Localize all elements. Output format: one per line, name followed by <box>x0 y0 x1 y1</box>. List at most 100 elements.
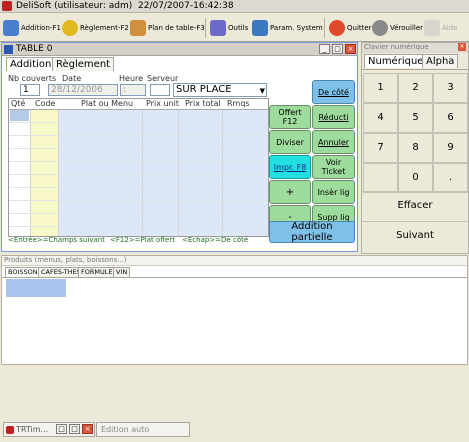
table-row <box>9 148 268 149</box>
serveur-field[interactable] <box>150 84 170 96</box>
app-titlebar: DeliSoft (utilisateur: adm) 22/07/2007-1… <box>0 0 469 13</box>
key-6[interactable]: 6 <box>433 103 468 133</box>
col-header-qte: Qté <box>11 99 26 108</box>
settings-icon <box>252 20 268 36</box>
key-4[interactable]: 4 <box>363 103 398 133</box>
key-8[interactable]: 8 <box>398 133 433 163</box>
tab-cafes-thes[interactable]: CAFES-THES <box>38 267 84 277</box>
app-title: DeliSoft (utilisateur: adm) <box>16 1 133 11</box>
col-header-rmqs: Rmqs <box>227 99 250 108</box>
outils-button[interactable]: Outils <box>210 17 248 39</box>
header-line <box>9 109 268 110</box>
table-window-title: TABLE 0 <box>16 44 53 54</box>
app-datetime: 22/07/2007-16:42:38 <box>138 1 234 11</box>
de-cote-button[interactable]: De côté <box>312 80 355 104</box>
heure-label: Heure <box>119 74 144 83</box>
service-select[interactable]: SUR PLACE ▼ <box>173 83 267 97</box>
product-tile[interactable] <box>6 279 66 297</box>
date-label: Date <box>62 74 82 83</box>
reglement-button[interactable]: Règlement-F2 <box>62 17 129 39</box>
quitter-button[interactable]: Quitter <box>329 17 372 39</box>
reduction-button[interactable]: Réducti <box>312 105 355 129</box>
col-qte <box>9 109 31 236</box>
app-logo-icon <box>2 1 12 11</box>
selected-cell[interactable] <box>10 110 29 121</box>
hint-echap: <Echap>=De côté <box>182 236 249 244</box>
key-dot[interactable]: . <box>433 163 468 193</box>
aide-button[interactable]: Aide <box>424 17 457 39</box>
offert-button[interactable]: Offert F12 <box>269 105 311 129</box>
effacer-button[interactable]: Effacer <box>362 191 468 221</box>
app-icon <box>6 426 14 434</box>
key-7[interactable]: 7 <box>363 133 398 163</box>
tab-alpha[interactable]: Alpha <box>422 54 459 68</box>
help-icon <box>424 20 440 36</box>
impr-button[interactable]: Impr. F8 <box>269 155 311 179</box>
table-window: TABLE 0 _ □ × Addition Règlement Nb couv… <box>1 42 358 252</box>
col-prix-total <box>179 109 223 236</box>
heure-field[interactable]: : <box>120 84 146 96</box>
close-icon[interactable]: × <box>458 43 466 51</box>
tab-vin[interactable]: VIN <box>113 267 131 277</box>
verrouiller-button[interactable]: Vérouiller <box>372 17 423 39</box>
key-1[interactable]: 1 <box>363 73 398 103</box>
date-field[interactable]: 28/12/2006 <box>48 84 118 96</box>
table-icon <box>130 20 146 36</box>
key-9[interactable]: 9 <box>433 133 468 163</box>
col-header-code: Code <box>35 99 56 108</box>
annuler-button[interactable]: Annuler <box>312 130 355 154</box>
voir-ticket-button[interactable]: Voir Ticket <box>312 155 355 179</box>
nb-couverts-field[interactable]: 1 <box>20 84 40 96</box>
chevron-down-icon: ▼ <box>259 87 265 95</box>
coins-icon <box>62 20 78 36</box>
toolbar-separator <box>205 18 206 38</box>
power-icon <box>329 20 345 36</box>
tab-reglement[interactable]: Règlement <box>52 57 115 71</box>
col-plat <box>59 109 143 236</box>
table-row <box>9 161 268 162</box>
toolbar-separator <box>324 18 325 38</box>
plan-de-table-button[interactable]: Plan de table-F3 <box>130 17 205 39</box>
key-0[interactable]: 0 <box>398 163 433 193</box>
key-2[interactable]: 2 <box>398 73 433 103</box>
keypad-title: Clavier numérique × <box>362 43 468 53</box>
close-button[interactable]: × <box>345 44 356 54</box>
minimized-window-trtim[interactable]: TRTim... □ □ × <box>3 422 95 437</box>
addition-partielle-button[interactable]: Addition partielle <box>269 221 355 243</box>
table-window-icon <box>4 45 13 54</box>
col-header-prix-total: Prix total <box>185 99 221 108</box>
tab-numerique[interactable]: Numérique <box>364 54 428 68</box>
col-prix-unit <box>143 109 179 236</box>
plus-button[interactable]: + <box>269 180 311 204</box>
close-button[interactable]: × <box>82 424 93 434</box>
tab-addition[interactable]: Addition <box>6 57 56 71</box>
table-row <box>9 135 268 136</box>
key-blank[interactable] <box>363 163 398 193</box>
addition-button[interactable]: Addition-F1 <box>3 17 61 39</box>
table-row <box>9 122 268 123</box>
addition-icon <box>3 20 19 36</box>
restore-button[interactable]: □ <box>56 424 67 434</box>
table-window-titlebar: TABLE 0 _ □ × <box>2 43 357 56</box>
key-5[interactable]: 5 <box>398 103 433 133</box>
inser-lig-button[interactable]: Insèr lig <box>312 180 355 204</box>
tab-divider <box>362 69 468 70</box>
col-code <box>31 109 59 236</box>
products-tab-divider <box>2 277 467 278</box>
lock-icon <box>372 20 388 36</box>
diviser-button[interactable]: Diviser <box>269 130 311 154</box>
products-title: Produits (menus, plats, boissons...) <box>2 256 467 266</box>
maximize-button[interactable]: □ <box>69 424 80 434</box>
param-system-button[interactable]: Param. System <box>252 17 323 39</box>
col-header-plat: Plat ou Menu <box>81 99 134 108</box>
col-rmqs <box>223 109 268 236</box>
suivant-button[interactable]: Suivant <box>362 221 468 251</box>
table-row <box>9 213 268 214</box>
maximize-button[interactable]: □ <box>332 44 343 54</box>
nb-couverts-label: Nb couverts <box>8 74 57 83</box>
minimized-window-edition[interactable]: Edition auto <box>96 422 190 437</box>
key-3[interactable]: 3 <box>433 73 468 103</box>
order-lines-table[interactable]: Qté Code Plat ou Menu Prix unit Prix tot… <box>8 98 269 237</box>
table-row <box>9 200 268 201</box>
minimize-button[interactable]: _ <box>319 44 330 54</box>
